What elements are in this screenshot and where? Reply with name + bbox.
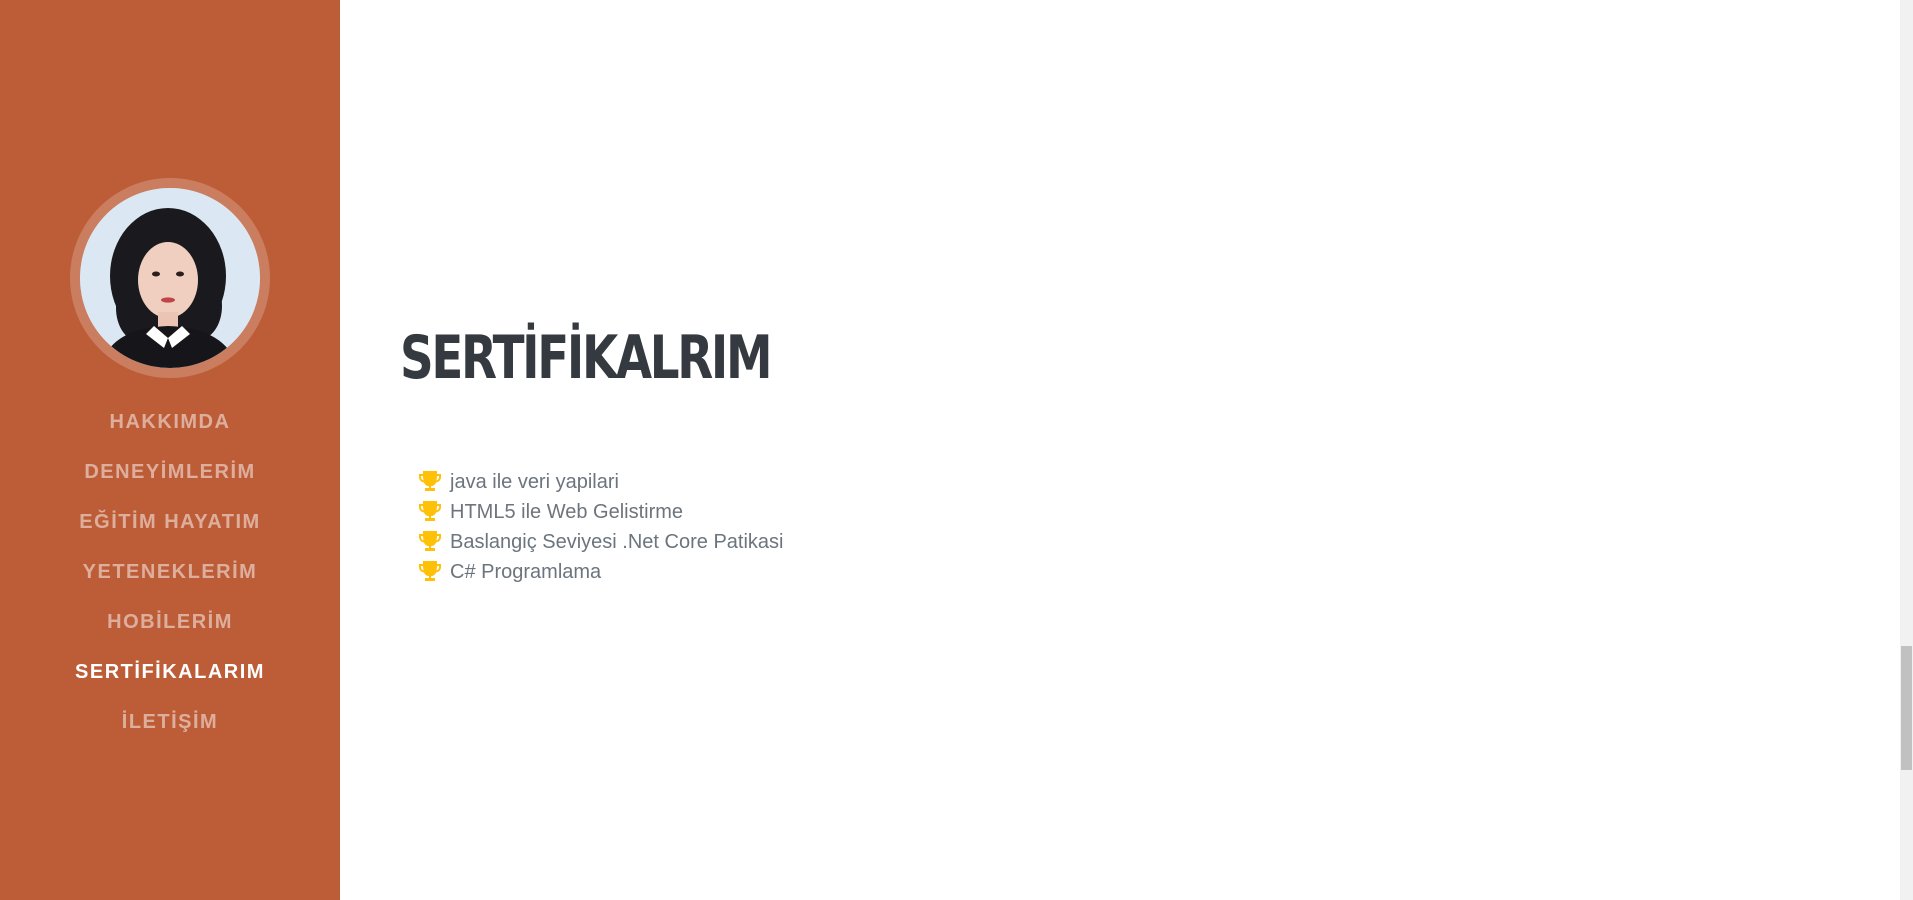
certificate-text: Baslangiç Seviyesi .Net Core Patikasi [450, 531, 784, 553]
avatar-image [80, 188, 260, 368]
avatar[interactable] [80, 188, 260, 368]
certificate-text: java ile veri yapilari [450, 471, 619, 493]
certificate-list: java ile veri yapilari HTML5 ile Web Gel… [418, 467, 783, 587]
page-title: SERTİFİKALRIM [400, 323, 773, 393]
certificate-text: C# Programlama [450, 561, 602, 583]
sidebar-nav: HAKKIMDA DENEYİMLERİM EĞİTİM HAYATIM YET… [0, 400, 340, 750]
nav-link-yeteneklerim[interactable]: YETENEKLERİM [83, 561, 258, 583]
scrollbar[interactable] [1900, 0, 1913, 900]
scrollbar-thumb[interactable] [1901, 646, 1912, 770]
nav-link-deneyimlerim[interactable]: DENEYİMLERİM [84, 461, 255, 483]
nav-item-hobilerim: HOBİLERİM [0, 600, 340, 650]
nav-link-sertifikalarim[interactable]: SERTİFİKALARIM [75, 661, 265, 683]
nav-item-sertifikalarim: SERTİFİKALARIM [0, 650, 340, 700]
nav-link-hakkimda[interactable]: HAKKIMDA [110, 411, 231, 433]
trophy-icon [419, 501, 441, 521]
avatar-ring [70, 178, 270, 378]
trophy-icon [419, 531, 441, 551]
nav-item-egitim-hayatim: EĞİTİM HAYATIM [0, 500, 340, 550]
nav-item-yeteneklerim: YETENEKLERİM [0, 550, 340, 600]
nav-item-hakkimda: HAKKIMDA [0, 400, 340, 450]
list-item: java ile veri yapilari [418, 467, 783, 497]
trophy-icon [419, 471, 441, 491]
nav-item-deneyimlerim: DENEYİMLERİM [0, 450, 340, 500]
main-content: SERTİFİKALRIM java ile veri yapilari HTM… [340, 0, 1900, 900]
nav-link-egitim-hayatim[interactable]: EĞİTİM HAYATIM [79, 511, 260, 533]
nav-link-iletisim[interactable]: İLETİŞİM [122, 711, 218, 733]
list-item: HTML5 ile Web Gelistirme [418, 497, 783, 527]
trophy-icon [419, 561, 441, 581]
certificate-text: HTML5 ile Web Gelistirme [450, 501, 684, 523]
nav-link-hobilerim[interactable]: HOBİLERİM [107, 611, 233, 633]
sidebar: HAKKIMDA DENEYİMLERİM EĞİTİM HAYATIM YET… [0, 0, 340, 900]
list-item: C# Programlama [418, 557, 783, 587]
list-item: Baslangiç Seviyesi .Net Core Patikasi [418, 527, 783, 557]
nav-item-iletisim: İLETİŞİM [0, 700, 340, 750]
